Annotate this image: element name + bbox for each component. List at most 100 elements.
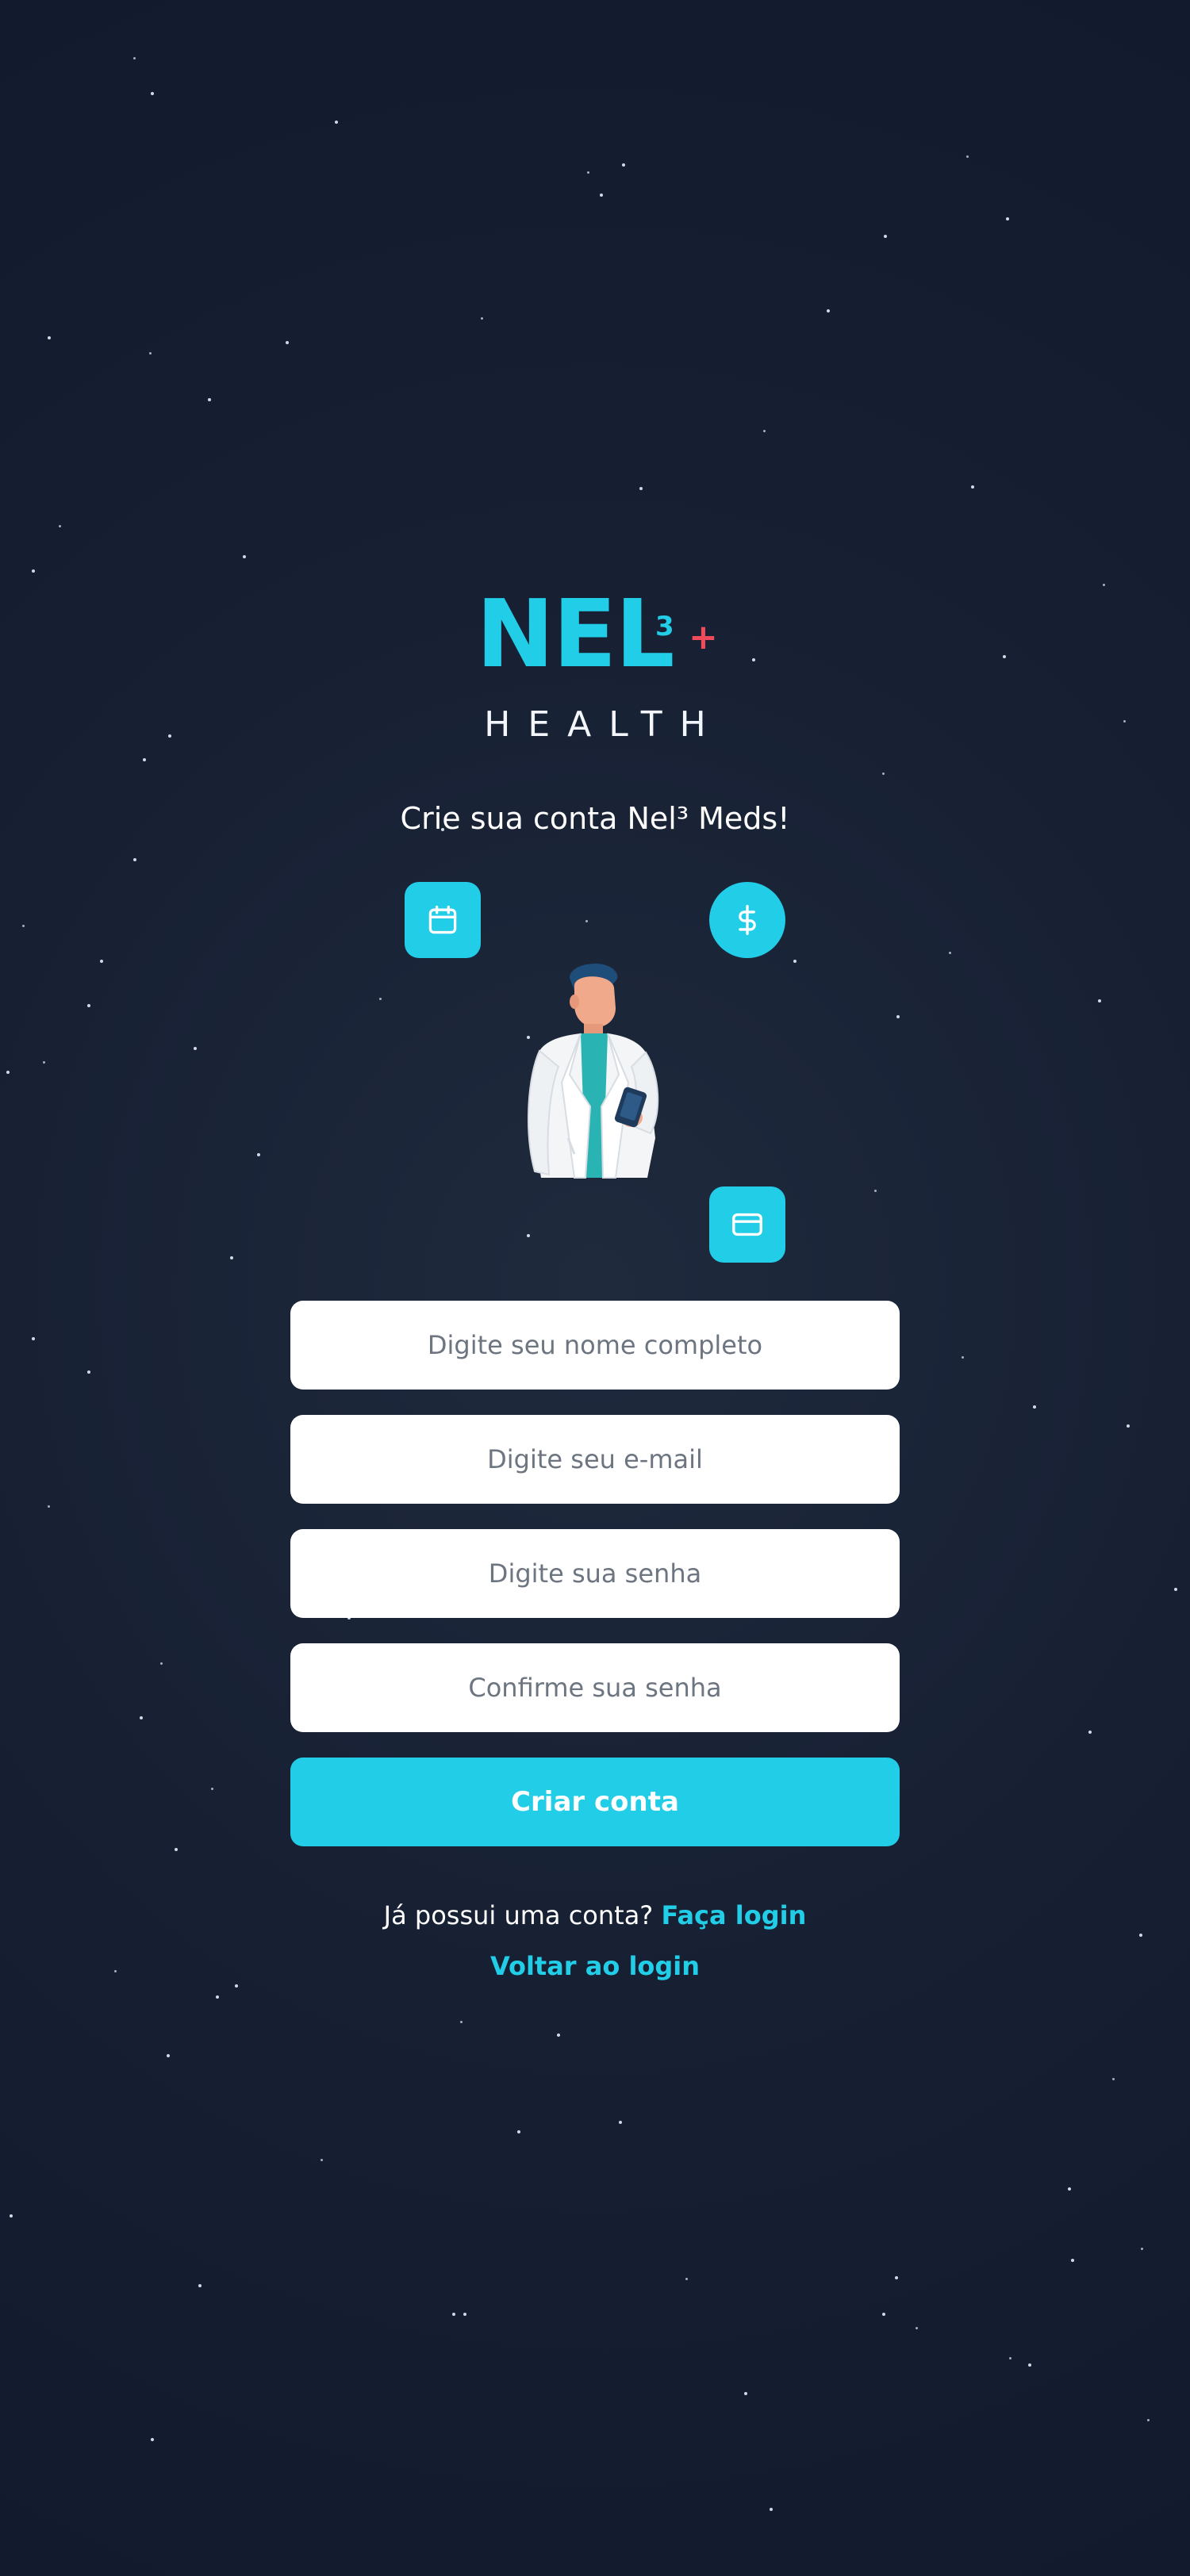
star xyxy=(48,336,51,339)
star xyxy=(235,1984,238,1988)
star xyxy=(133,858,136,861)
star xyxy=(916,2327,918,2329)
back-to-login-link[interactable]: Voltar ao login xyxy=(490,1951,700,1981)
star xyxy=(87,1004,90,1007)
star xyxy=(1098,999,1101,1002)
star xyxy=(896,1015,900,1018)
starfield-background xyxy=(0,0,1190,2576)
star xyxy=(1127,1424,1130,1428)
star xyxy=(1006,217,1009,220)
star xyxy=(87,1370,90,1374)
star xyxy=(527,1234,530,1237)
star xyxy=(463,2313,466,2316)
star xyxy=(1088,1731,1092,1734)
star xyxy=(882,772,885,775)
back-row: Voltar ao login xyxy=(0,1951,1190,1981)
star xyxy=(6,1071,10,1074)
star xyxy=(557,2034,560,2037)
star xyxy=(167,2054,170,2057)
star xyxy=(600,194,603,197)
star xyxy=(619,2121,622,2124)
star xyxy=(379,998,382,1000)
star xyxy=(882,2313,885,2316)
confirm-password-input[interactable] xyxy=(290,1643,900,1732)
star xyxy=(1112,2078,1115,2080)
star xyxy=(452,2313,455,2316)
star xyxy=(793,960,797,963)
email-input[interactable] xyxy=(290,1415,900,1504)
star xyxy=(151,92,154,95)
login-prompt: Já possui uma conta? Faça login xyxy=(0,1900,1190,1930)
logo-mark: NEL xyxy=(476,579,675,688)
star xyxy=(59,525,61,527)
star xyxy=(211,1788,213,1790)
star xyxy=(622,163,625,167)
brand-logo: NEL 3 + HEALTH xyxy=(0,587,1190,746)
page-title: Crie sua conta Nel³ Meds! xyxy=(400,801,790,836)
star xyxy=(1068,2187,1071,2191)
calendar-icon xyxy=(405,882,481,958)
star xyxy=(1139,1934,1142,1937)
logo-subtitle: HEALTH xyxy=(484,704,724,745)
star xyxy=(175,1848,178,1851)
logo-superscript: 3 xyxy=(655,611,674,642)
star xyxy=(1174,1588,1177,1591)
star xyxy=(874,1190,877,1192)
star xyxy=(321,2159,323,2161)
star xyxy=(243,555,246,558)
star xyxy=(1028,2363,1031,2367)
star xyxy=(1009,2357,1012,2359)
star xyxy=(639,487,643,490)
star xyxy=(286,341,289,344)
star xyxy=(1071,2259,1074,2262)
logo-plus-icon: + xyxy=(689,617,718,657)
password-input[interactable] xyxy=(290,1529,900,1618)
star xyxy=(895,2276,898,2279)
star xyxy=(100,960,103,963)
star xyxy=(335,121,338,124)
star xyxy=(32,569,35,573)
star xyxy=(827,309,830,312)
star xyxy=(43,1061,45,1064)
star xyxy=(151,2438,154,2441)
doctor-illustration xyxy=(528,964,659,1179)
have-account-text: Já possui uma conta? xyxy=(383,1900,654,1930)
star xyxy=(949,952,951,954)
login-link[interactable]: Faça login xyxy=(661,1900,806,1930)
star xyxy=(962,1356,964,1359)
star xyxy=(149,352,152,355)
full-name-input[interactable] xyxy=(290,1301,900,1390)
star xyxy=(585,920,588,922)
star xyxy=(744,2392,747,2395)
star xyxy=(194,1047,197,1050)
star xyxy=(143,758,146,761)
star xyxy=(481,317,483,320)
star xyxy=(884,235,887,238)
star xyxy=(966,155,969,158)
star xyxy=(1033,1405,1036,1409)
signup-form: Criar conta xyxy=(290,1301,900,1846)
star xyxy=(460,2021,463,2023)
star xyxy=(587,171,589,174)
star xyxy=(48,1505,50,1508)
create-account-button[interactable]: Criar conta xyxy=(290,1758,900,1846)
star xyxy=(1103,584,1105,586)
dollar-icon xyxy=(709,882,785,958)
star xyxy=(1147,2419,1150,2421)
star xyxy=(517,2130,520,2133)
star xyxy=(198,2284,202,2287)
star xyxy=(685,2278,688,2280)
star xyxy=(230,1256,233,1259)
star xyxy=(10,2214,13,2218)
star xyxy=(257,1153,260,1156)
star xyxy=(770,2508,773,2511)
credit-card-icon xyxy=(709,1186,785,1263)
star xyxy=(140,1716,143,1719)
star xyxy=(133,57,136,59)
star xyxy=(971,485,974,489)
star xyxy=(208,398,211,401)
star xyxy=(32,1337,35,1340)
star xyxy=(763,430,766,432)
star xyxy=(1141,2248,1143,2250)
star xyxy=(160,1662,163,1665)
